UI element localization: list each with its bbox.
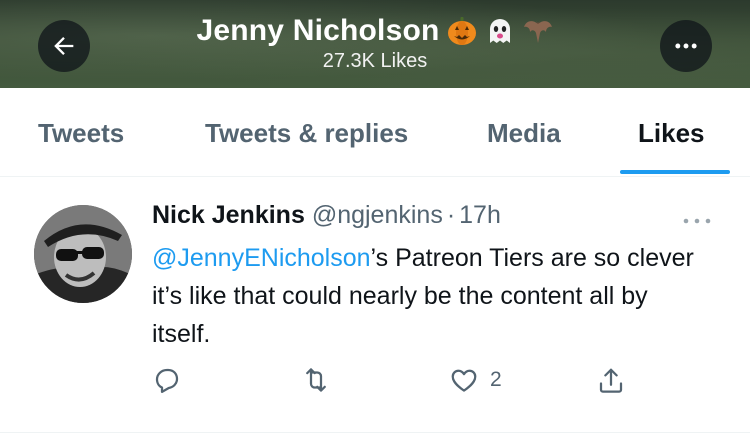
like-count: 2 — [490, 368, 502, 391]
share-icon — [599, 368, 623, 393]
tweet-mention-link[interactable]: @JennyENicholson — [152, 244, 371, 272]
profile-tabs: Tweets Tweets & replies Media Likes — [0, 88, 750, 177]
active-tab-indicator — [620, 170, 730, 174]
heart-icon — [451, 369, 477, 392]
bottom-divider — [0, 432, 750, 433]
more-button[interactable] — [660, 20, 712, 72]
tweet-more-button[interactable] — [680, 213, 714, 234]
retweet-icon — [306, 368, 326, 392]
like-button[interactable]: 2 — [448, 365, 502, 395]
more-horizontal-icon — [675, 43, 697, 49]
reply-button[interactable] — [152, 365, 182, 395]
tweet-text: @JennyENicholson’s Patreon Tiers are so … — [152, 239, 712, 353]
separator-dot: · — [446, 201, 456, 229]
share-button[interactable] — [596, 365, 626, 397]
profile-name: Jenny Nicholson — [196, 14, 440, 47]
avatar[interactable] — [34, 205, 132, 303]
ghost-icon — [489, 19, 510, 43]
tab-likes[interactable]: Likes — [638, 118, 705, 149]
tweet[interactable]: Nick Jenkins @ngjenkins · 17h @JennyENicho… — [0, 177, 750, 435]
tweet-header: Nick Jenkins @ngjenkins · 17h — [152, 201, 501, 230]
reply-icon — [155, 368, 179, 393]
tab-media[interactable]: Media — [487, 118, 561, 149]
tweet-author-handle[interactable]: @ngjenkins — [312, 201, 443, 229]
more-horizontal-icon — [683, 218, 711, 224]
tweet-author-name[interactable]: Nick Jenkins — [152, 201, 305, 229]
retweet-button[interactable] — [300, 365, 332, 395]
profile-header: Jenny Nicholson 27.3K Likes — [0, 0, 750, 88]
tweet-timestamp[interactable]: 17h — [459, 201, 501, 229]
likes-count: 27.3K Likes — [322, 50, 428, 72]
tweet-actions: 2 — [152, 365, 652, 401]
header-title-block: Jenny Nicholson 27.3K Likes — [0, 14, 750, 73]
tab-tweets[interactable]: Tweets — [38, 118, 124, 149]
avatar-image — [34, 205, 132, 303]
tab-tweets-and-replies[interactable]: Tweets & replies — [205, 118, 408, 149]
bat-icon — [523, 21, 552, 43]
jack-o-lantern-icon — [447, 17, 476, 45]
